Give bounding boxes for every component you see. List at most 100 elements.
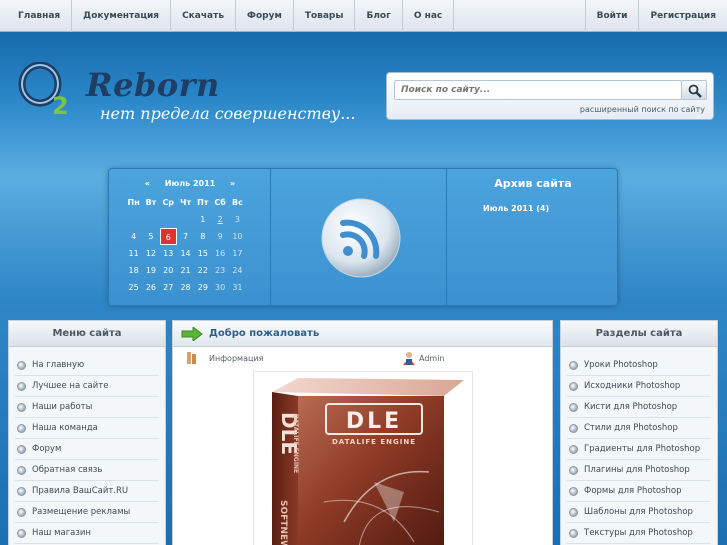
bullet-icon [17,381,26,391]
sections-item[interactable]: Формы для Photoshop [567,481,711,502]
calendar-day: 7 [182,232,189,241]
site-logo[interactable]: 2 Reborn нет предела совершенству... [18,62,358,132]
calendar-day[interactable]: 2 [211,211,228,228]
site-menu-title: Меню сайта [9,321,165,347]
calendar-day: 17 [232,249,243,258]
sections-item[interactable]: Стили для Photoshop [567,418,711,439]
sections-item-label: Шаблоны для Photoshop [584,506,693,517]
bullet-icon [569,444,578,454]
calendar-week-row: 123 [125,211,246,228]
sections-item[interactable]: Шаблоны для Photoshop [567,502,711,523]
sections-item[interactable]: Уроки Photoshop [567,355,711,376]
calendar-next-button[interactable]: » [230,179,235,188]
search-input[interactable] [394,80,682,100]
sections-item[interactable]: Кисти для Photoshop [567,397,711,418]
archive-item[interactable]: Июль 2011 (4) [483,204,549,213]
calendar-weekday: Чт [179,198,192,207]
sections-item[interactable]: Плагины для Photoshop [567,460,711,481]
calendar-weekday: Вс [232,198,243,207]
calendar-day: 14 [180,249,191,258]
sections-title: Разделы сайта [561,321,717,347]
nav-goods[interactable]: Товары [294,0,356,32]
site-menu-item-label: Наши работы [32,401,93,412]
bullet-icon [17,402,26,412]
site-menu-item-label: На главную [32,359,85,370]
sections-item-label: Текстуры для Photoshop [584,527,693,538]
article-author[interactable]: Admin [419,354,445,363]
calendar-day: 15 [197,249,208,258]
site-menu-item[interactable]: Обратная связь [15,460,159,481]
bullet-icon [569,423,578,433]
login-link[interactable]: Войти [584,0,639,32]
dle-box-image: DLE DATALIFE ENGINE DLE DATALIFE ENGINE … [272,378,464,545]
calendar-day: 5 [148,232,154,241]
search-button[interactable] [681,80,707,100]
article-meta: Информация Admin [173,347,552,369]
nav-docs[interactable]: Документация [72,0,172,32]
nav-home[interactable]: Главная [0,0,73,32]
calendar-day: 28 [180,283,191,292]
calendar-day: 1 [200,215,206,224]
site-menu-item[interactable]: Наша команда [15,418,159,439]
site-menu-panel: Меню сайта На главную Лучшее на сайте Наши… [8,320,166,545]
bullet-icon [569,402,578,412]
register-link[interactable]: Регистрация [638,0,727,32]
site-menu-item[interactable]: Форум [15,439,159,460]
nav-download[interactable]: Скачать [171,0,237,32]
article-header: Добро пожаловать [173,321,552,347]
site-menu-item-label: Наш магазин [32,527,91,538]
site-menu-item[interactable]: Правила ВашСайт.RU [15,481,159,502]
site-menu-item-label: Форум [32,443,62,454]
nav-forum[interactable]: Форум [236,0,294,32]
calendar-day: 16 [215,249,226,258]
calendar-weekday: Вт [145,198,157,207]
site-menu-item[interactable]: Наш магазин [15,523,159,544]
bullet-icon [17,360,26,370]
calendar-header: « Июль 2011 » [109,179,271,188]
bullet-icon [569,528,578,538]
sections-list: Уроки Photoshop Исходники Photoshop Кисти … [561,347,717,544]
main-menu: Главная Документация Скачать Форум Товар… [0,0,455,32]
calendar-widget: « Июль 2011 » Пн Вт Ср Чт Пт Сб Вс 1 2 3 4 5 6 7 8 9 10 1… [109,169,271,305]
sections-item[interactable]: Текстуры для Photoshop [567,523,711,544]
nav-about[interactable]: О нас [403,0,455,32]
archive-widget: Архив сайта Июль 2011 (4) [448,169,618,305]
article-title[interactable]: Добро пожаловать [209,328,319,339]
calendar-empty-cell [125,211,142,228]
sections-item[interactable]: Исходники Photoshop [567,376,711,397]
calendar-weekday: Пт [197,198,209,207]
calendar-day: 25 [128,283,139,292]
calendar-day: 23 [215,266,226,275]
calendar-week-row: 25 26 27 28 29 30 31 [125,279,246,296]
logo-wordmark: Reborn [86,66,220,104]
sections-item-label: Уроки Photoshop [584,359,658,370]
user-menu: Войти Регистрация [584,0,727,32]
calendar-day: 13 [163,249,174,258]
advanced-search-link[interactable]: расширенный поиск по сайту [580,105,705,114]
calendar-day: 8 [200,232,206,241]
box-brand-text: DLE [346,409,402,434]
article-image: DLE DATALIFE ENGINE DLE DATALIFE ENGINE … [253,371,473,545]
bullet-icon [569,360,578,370]
calendar-day: 19 [145,266,157,275]
sections-item-label: Кисти для Photoshop [584,401,678,412]
rss-icon[interactable] [320,197,402,279]
sections-item-label: Стили для Photoshop [584,422,678,433]
site-menu-item[interactable]: Лучшее на сайте [15,376,159,397]
nav-blog[interactable]: Блог [355,0,403,32]
calendar-day: 26 [145,283,157,292]
top-navigation: Главная Документация Скачать Форум Товар… [0,0,727,32]
calendar-grid: Пн Вт Ср Чт Пт Сб Вс 1 2 3 4 5 6 7 8 9 10 11 12 13 14 15 16 17 1… [125,194,246,296]
bullet-icon [569,465,578,475]
site-slogan: нет предела совершенству... [100,104,356,123]
o2-logo-icon: 2 [18,62,69,120]
calendar-day: 3 [234,215,240,224]
calendar-prev-button[interactable]: « [145,179,150,188]
site-menu-item[interactable]: Наши работы [15,397,159,418]
site-menu-item[interactable]: Размещение рекламы [15,502,159,523]
site-menu-item[interactable]: На главную [15,355,159,376]
rss-widget [272,169,447,305]
article-category[interactable]: Информация [209,354,263,363]
sections-item[interactable]: Градиенты для Photoshop [567,439,711,460]
search-box: расширенный поиск по сайту [386,72,714,120]
